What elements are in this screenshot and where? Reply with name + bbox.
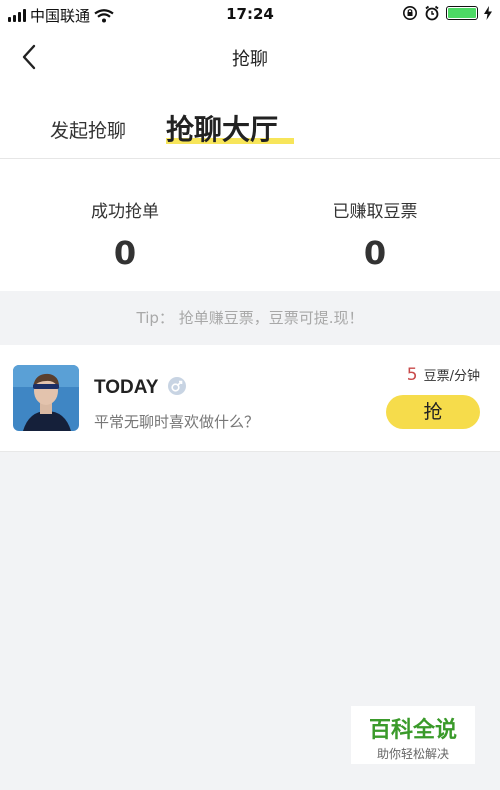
page-title: 抢聊 (232, 49, 268, 70)
stat-label: 成功抢单 (91, 202, 159, 222)
tab-chat-hall[interactable]: 抢聊大厅 (166, 108, 278, 148)
user-message: 平常无聊时喜欢做什么？ (94, 413, 260, 431)
tab-launch-chat[interactable]: 发起抢聊 (50, 116, 126, 143)
tab-bar: 发起抢聊 抢聊大厅 (0, 86, 500, 159)
watermark-title: 百科全说 (368, 718, 457, 743)
stat-success-orders: 成功抢单 0 (0, 197, 250, 272)
avatar[interactable] (13, 365, 79, 431)
stat-earned-tickets: 已赚取豆票 0 (250, 197, 500, 272)
stat-value: 0 (113, 234, 137, 272)
stat-value: 0 (363, 234, 387, 272)
status-right (402, 5, 492, 21)
grab-button[interactable]: 抢 (386, 395, 480, 429)
user-name: TODAY (94, 377, 159, 398)
male-icon (168, 377, 186, 395)
rotation-lock-icon (403, 6, 417, 20)
nav-bar: 抢聊 (0, 28, 500, 86)
charging-icon (484, 6, 492, 20)
price-tag: 5 豆票/分钟 (407, 365, 480, 385)
price-value: 5 (406, 365, 418, 385)
price-unit: 豆票/分钟 (423, 369, 480, 384)
avatar-image (13, 365, 79, 431)
stat-label: 已赚取豆票 (332, 202, 418, 222)
chat-listing-card[interactable]: TODAY 平常无聊时喜欢做什么？ 5 豆票/分钟 抢 (0, 345, 500, 452)
status-bar: 中国联通 17:24 (0, 0, 500, 28)
alarm-icon (425, 5, 439, 21)
watermark-subtitle: 助你轻松解决 (376, 747, 449, 761)
tip-text: Tip： 抢单赚豆票，豆票可提.现！ (136, 309, 364, 327)
stats-panel: 成功抢单 0 已赚取豆票 0 (0, 159, 500, 291)
battery-icon (446, 6, 478, 20)
watermark-logo: 百科全说 助你轻松解决 (351, 706, 475, 764)
